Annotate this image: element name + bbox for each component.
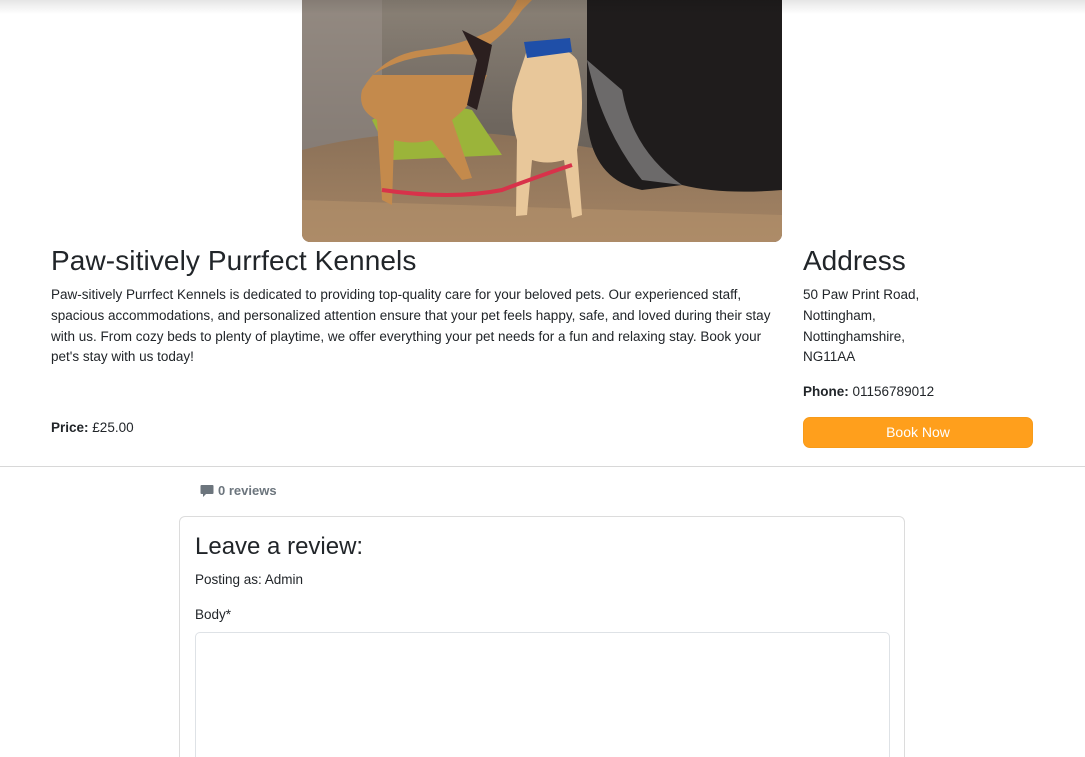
address-heading: Address	[803, 245, 906, 276]
review-form-title: Leave a review:	[195, 533, 364, 560]
body-field-label: Body*	[195, 607, 232, 622]
kennel-detail-page: Paw-sitively Purrfect Kennels Paw-sitive…	[0, 0, 1085, 757]
review-body-textarea[interactable]	[195, 632, 890, 757]
review-form-card: Leave a review: Posting as: Admin Body*	[179, 516, 905, 757]
listing-title: Paw-sitively Purrfect Kennels	[51, 245, 417, 276]
phone-label: Phone:	[803, 384, 849, 399]
phone-block: Phone: 01156789012	[803, 384, 934, 399]
posting-as-text: Posting as: Admin	[195, 572, 304, 587]
price-value: £25.00	[92, 420, 134, 435]
address-line-1: 50 Paw Print Road,	[803, 287, 920, 302]
listing-photo	[302, 0, 782, 242]
reviews-count-text: 0 reviews	[218, 483, 277, 498]
phone-value: 01156789012	[852, 384, 935, 399]
address-block: 50 Paw Print Road, Nottingham, Nottingha…	[803, 285, 919, 368]
address-line-2: Nottingham,	[803, 307, 876, 323]
comment-icon	[200, 484, 214, 498]
address-line-3: Nottinghamshire,	[803, 328, 906, 344]
address-postcode: NG11AA	[803, 349, 856, 365]
reviews-count: 0 reviews	[200, 483, 277, 498]
listing-description: Paw-sitively Purrfect Kennels is dedicat…	[51, 287, 771, 365]
listing-price: Price: £25.00	[51, 420, 134, 435]
price-label: Price:	[51, 420, 89, 435]
section-divider	[0, 466, 1085, 467]
book-now-button[interactable]: Book Now	[803, 417, 1033, 448]
